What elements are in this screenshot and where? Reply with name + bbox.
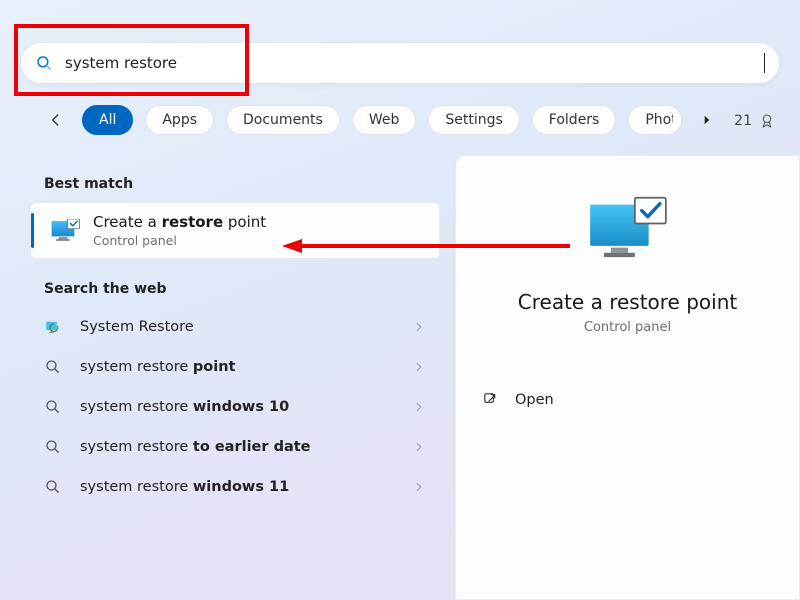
chevron-right-icon	[412, 360, 426, 374]
open-label: Open	[515, 392, 554, 408]
search-icon	[44, 358, 62, 376]
web-result[interactable]: system restore to earlier date	[30, 427, 440, 467]
tab-all[interactable]: All	[82, 105, 133, 135]
search-icon	[44, 478, 62, 496]
medal-icon	[758, 112, 776, 130]
monitor-check-icon	[585, 194, 671, 272]
chevron-right-icon	[412, 440, 426, 454]
chevron-right-icon	[412, 480, 426, 494]
preview-title: Create a restore point	[476, 290, 779, 314]
rewards-points: 21	[734, 113, 752, 129]
best-match-text: Create a restore point Control panel	[93, 213, 266, 248]
search-input[interactable]: system restore	[65, 54, 766, 72]
monitor-check-icon	[51, 219, 81, 243]
sysrestore-icon	[44, 318, 62, 336]
web-result[interactable]: system restore point	[30, 347, 440, 387]
tab-folders[interactable]: Folders	[532, 105, 617, 135]
rewards-indicator[interactable]: 21	[734, 112, 776, 130]
chevron-right-icon	[412, 320, 426, 334]
tab-settings[interactable]: Settings	[428, 105, 519, 135]
web-result[interactable]: System Restore	[30, 307, 440, 347]
web-result[interactable]: system restore windows 11	[30, 467, 440, 507]
search-icon	[44, 398, 62, 416]
search-icon	[35, 54, 53, 72]
tab-documents[interactable]: Documents	[226, 105, 340, 135]
tab-apps[interactable]: Apps	[145, 105, 214, 135]
tabs-overflow-button[interactable]	[694, 107, 720, 133]
open-action[interactable]: Open	[476, 381, 779, 418]
web-result[interactable]: system restore windows 10	[30, 387, 440, 427]
best-match-heading: Best match	[44, 176, 440, 192]
tab-photos[interactable]: Photos	[628, 105, 682, 135]
web-results-list: System Restore system restore point syst…	[30, 307, 440, 507]
chevron-right-icon	[412, 400, 426, 414]
results-left-column: Best match Create a restore point Contro…	[30, 162, 440, 507]
search-bar[interactable]: system restore	[20, 42, 780, 84]
back-button[interactable]	[42, 106, 70, 134]
search-web-heading: Search the web	[44, 281, 440, 297]
tab-web[interactable]: Web	[352, 105, 417, 135]
open-icon	[482, 391, 499, 408]
best-match-result[interactable]: Create a restore point Control panel	[30, 202, 440, 259]
filter-tabs: All Apps Documents Web Settings Folders …	[42, 105, 720, 135]
preview-panel: Create a restore point Control panel Ope…	[455, 155, 800, 600]
text-caret	[764, 53, 765, 73]
preview-subtitle: Control panel	[476, 320, 779, 335]
search-icon	[44, 438, 62, 456]
